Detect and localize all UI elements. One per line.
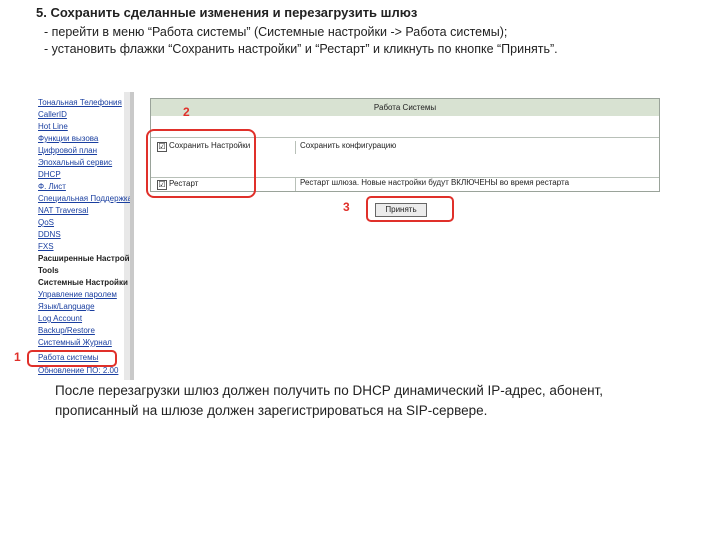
menu-item[interactable]: QoS — [38, 218, 130, 227]
menu-item[interactable]: Обновление ПО: 2.00 — [38, 366, 130, 375]
note-line-1: После перезагрузки шлюз должен получить … — [55, 383, 603, 398]
restart-description: Рестарт шлюза. Новые настройки будут ВКЛ… — [295, 178, 569, 191]
menu-item[interactable]: NAT Traversal — [38, 206, 130, 215]
menu-item[interactable]: Hot Line — [38, 122, 130, 131]
menu-item[interactable]: Язык/Language — [38, 302, 130, 311]
menu-item[interactable]: Системный Журнал — [38, 338, 130, 347]
highlight-menu-item — [27, 350, 117, 367]
step-line-1: - перейти в меню “Работа системы” (Систе… — [44, 25, 508, 39]
step-heading: 5. Сохранить сделанные изменения и перез… — [36, 5, 418, 20]
callout-number: 1 — [14, 350, 21, 364]
save-settings-description: Сохранить конфигурацию — [295, 141, 396, 154]
table-header: Работа Системы — [151, 99, 659, 116]
note-line-2: прописанный на шлюзе должен зарегистриро… — [55, 403, 488, 418]
menu-item[interactable]: FXS — [38, 242, 130, 251]
menu-item[interactable]: Специальная Поддержка — [38, 194, 130, 203]
highlight-checkboxes — [146, 129, 256, 198]
menu-item[interactable]: CallerID — [38, 110, 130, 119]
menu-item[interactable]: Цифровой план — [38, 146, 130, 155]
menu-item[interactable]: Эпохальный сервис — [38, 158, 130, 167]
callout-number: 3 — [343, 200, 350, 214]
menu-section: Системные Настройки — [38, 278, 128, 287]
menu-item[interactable]: Ф. Лист — [38, 182, 130, 191]
menu-item[interactable]: Backup/Restore — [38, 326, 130, 335]
menu-item[interactable]: Тональная Телефония — [38, 98, 130, 107]
embedded-screenshot: Тональная Телефония CallerID Hot Line Фу… — [14, 92, 660, 382]
menu-item[interactable]: DDNS — [38, 230, 130, 239]
menu-item[interactable]: DHCP — [38, 170, 130, 179]
menu-item[interactable]: Управление паролем — [38, 290, 130, 299]
menu-item[interactable]: Функции вызова — [38, 134, 130, 143]
callout-number: 2 — [183, 105, 190, 119]
menu-section: Tools — [38, 266, 59, 275]
step-line-2: - установить флажки “Сохранить настройки… — [44, 42, 558, 56]
menu-section: Расширенные Настройки — [38, 254, 130, 263]
settings-menu: Тональная Телефония CallerID Hot Line Фу… — [30, 92, 134, 380]
highlight-apply-button — [366, 196, 454, 222]
menu-item[interactable]: Log Account — [38, 314, 130, 323]
